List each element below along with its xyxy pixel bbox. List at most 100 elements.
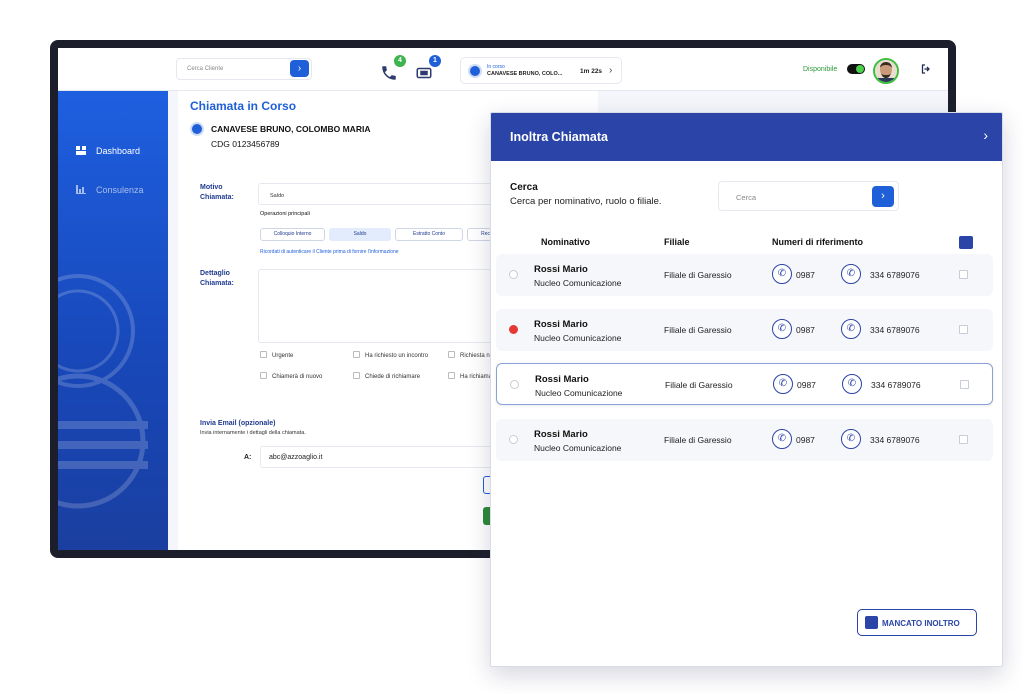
row-checkbox[interactable]	[959, 435, 968, 444]
phone-icon[interactable]: ✆	[772, 319, 792, 339]
stage: Cerca Cliente › 4 1 In corso CANAVESE BR…	[0, 0, 1024, 694]
row-name: Rossi Mario	[535, 374, 589, 385]
modal-header: Inoltra Chiamata ›	[491, 113, 1002, 161]
sidebar-item-label: Consulenza	[96, 185, 144, 195]
avatar[interactable]	[873, 58, 899, 84]
row-role: Nucleo Comunicazione	[534, 333, 622, 343]
search-button[interactable]: ›	[872, 186, 894, 207]
active-call-pill[interactable]: In corso CANAVESE BRUNO, COLO... 1m 22s …	[460, 57, 622, 84]
operation-chip[interactable]: Colloquio Interno	[260, 228, 325, 241]
row-branch: Filiale di Garessio	[664, 270, 732, 280]
phone-icon[interactable]: ✆	[842, 374, 862, 394]
status-radio[interactable]	[509, 270, 518, 279]
message-icon[interactable]	[959, 236, 973, 249]
search-placeholder: Cerca	[736, 193, 757, 202]
row-checkbox[interactable]	[959, 325, 968, 334]
row-checkbox[interactable]	[959, 270, 968, 279]
call-queue-icon	[416, 67, 432, 79]
column-header-numeri: Numeri di riferimento	[772, 237, 864, 247]
checkbox-incontro[interactable]: Ha richiesto un incontro	[353, 351, 428, 359]
call-client-name: CANAVESE BRUNO, COLO...	[487, 71, 563, 77]
call-timer: 1m 22s	[580, 68, 603, 75]
calls-badge: 4	[394, 55, 406, 67]
checkbox-richiesta[interactable]: Richiesta no	[448, 351, 493, 359]
queue-badge: 1	[429, 55, 441, 67]
availability-label: Disponibile	[803, 66, 838, 73]
dashboard-icon	[76, 146, 86, 155]
client-icon	[190, 122, 204, 136]
dettaglio-label: Dettaglio Chiamata:	[200, 270, 234, 287]
row-extension: 0987	[796, 325, 815, 335]
modal-title: Inoltra Chiamata	[510, 130, 608, 144]
row-name: Rossi Mario	[534, 429, 588, 440]
phone-icon[interactable]: ✆	[841, 264, 861, 284]
user-face-icon	[875, 60, 897, 82]
operation-chip[interactable]: Estratto Conto	[395, 228, 463, 241]
chart-icon	[76, 185, 86, 194]
search-title: Cerca	[510, 182, 538, 193]
phone-icon[interactable]: ✆	[772, 429, 792, 449]
phone-icon[interactable]: ✆	[841, 429, 861, 449]
row-role: Nucleo Comunicazione	[534, 443, 622, 453]
queue-button[interactable]: 1	[413, 55, 441, 82]
sidebar-item-consulenza[interactable]: Consulenza	[76, 185, 144, 195]
status-radio[interactable]	[510, 380, 519, 389]
call-status-dot	[470, 66, 480, 76]
table-row[interactable]: Rossi Mario Nucleo Comunicazione Filiale…	[496, 363, 993, 405]
missed-forward-button[interactable]: MANCATO INOLTRO	[857, 609, 977, 636]
client-code: CDG 0123456789	[211, 139, 280, 149]
table-row[interactable]: Rossi Mario Nucleo Comunicazione Filiale…	[496, 419, 993, 461]
operations-label: Operazioni principali	[260, 211, 310, 217]
email-to-input[interactable]: abc@azzoaglio.it	[260, 446, 510, 468]
sidebar: Dashboard Consulenza	[58, 91, 168, 550]
message-icon	[865, 616, 878, 629]
row-role: Nucleo Comunicazione	[535, 388, 623, 398]
motivo-label: Motivo Chiamata:	[200, 184, 234, 201]
phone-icon	[382, 66, 396, 80]
email-title: Invia Email (opzionale)	[200, 420, 276, 427]
checkbox-richiamato[interactable]: Ha richiamat	[448, 372, 494, 380]
phone-icon[interactable]: ✆	[772, 264, 792, 284]
table-row[interactable]: Rossi Mario Nucleo Comunicazione Filiale…	[496, 309, 993, 351]
row-branch: Filiale di Garessio	[664, 435, 732, 445]
column-header-filiale: Filiale	[664, 237, 690, 247]
table-row[interactable]: Rossi Mario Nucleo Comunicazione Filiale…	[496, 254, 993, 296]
row-checkbox[interactable]	[960, 380, 969, 389]
motivo-select[interactable]: Saldo	[258, 183, 508, 205]
calls-button[interactable]: 4	[378, 55, 406, 82]
search-subtitle: Cerca per nominativo, ruolo o filiale.	[510, 196, 662, 207]
row-mobile: 334 6789076	[871, 380, 921, 390]
row-name: Rossi Mario	[534, 264, 588, 275]
row-branch: Filiale di Garessio	[665, 380, 733, 390]
emblem-watermark	[58, 274, 148, 509]
dettaglio-textarea[interactable]	[258, 269, 508, 343]
checkbox-urgente[interactable]: Urgente	[260, 351, 293, 359]
phone-icon[interactable]: ✆	[773, 374, 793, 394]
sidebar-item-label: Dashboard	[96, 146, 141, 156]
row-extension: 0987	[796, 270, 815, 280]
row-extension: 0987	[797, 380, 816, 390]
checkbox-richiamare[interactable]: Chiede di richiamare	[353, 372, 420, 380]
page-title: Chiamata in Corso	[190, 99, 297, 113]
sidebar-item-dashboard[interactable]: Dashboard	[76, 146, 140, 156]
availability-toggle[interactable]	[847, 64, 865, 74]
status-radio[interactable]	[509, 435, 518, 444]
chevron-right-icon: ›	[609, 65, 613, 76]
forward-call-modal: Inoltra Chiamata › Cerca Cerca per nomin…	[490, 112, 1003, 667]
operation-chip[interactable]: Saldo	[329, 228, 391, 241]
email-subtitle: Invia internamente i dettagli della chia…	[200, 430, 306, 436]
logout-icon[interactable]	[920, 63, 932, 78]
row-name: Rossi Mario	[534, 319, 588, 330]
top-bar: Cerca Cliente › 4 1 In corso CANAVESE BR…	[58, 48, 948, 91]
authentication-reminder: Ricordati di autenticare il Cliente prim…	[260, 249, 399, 255]
phone-icon[interactable]: ✆	[841, 319, 861, 339]
client-search-button[interactable]: ›	[290, 60, 309, 77]
row-extension: 0987	[796, 435, 815, 445]
row-role: Nucleo Comunicazione	[534, 278, 622, 288]
chevron-right-icon[interactable]: ›	[983, 127, 988, 143]
colleague-search-input[interactable]: Cerca ›	[718, 181, 899, 211]
call-status: In corso	[487, 64, 505, 70]
status-radio[interactable]	[509, 325, 518, 334]
column-header-nominativo: Nominativo	[541, 237, 591, 247]
checkbox-chiamera[interactable]: Chiamerà di nuovo	[260, 372, 322, 380]
